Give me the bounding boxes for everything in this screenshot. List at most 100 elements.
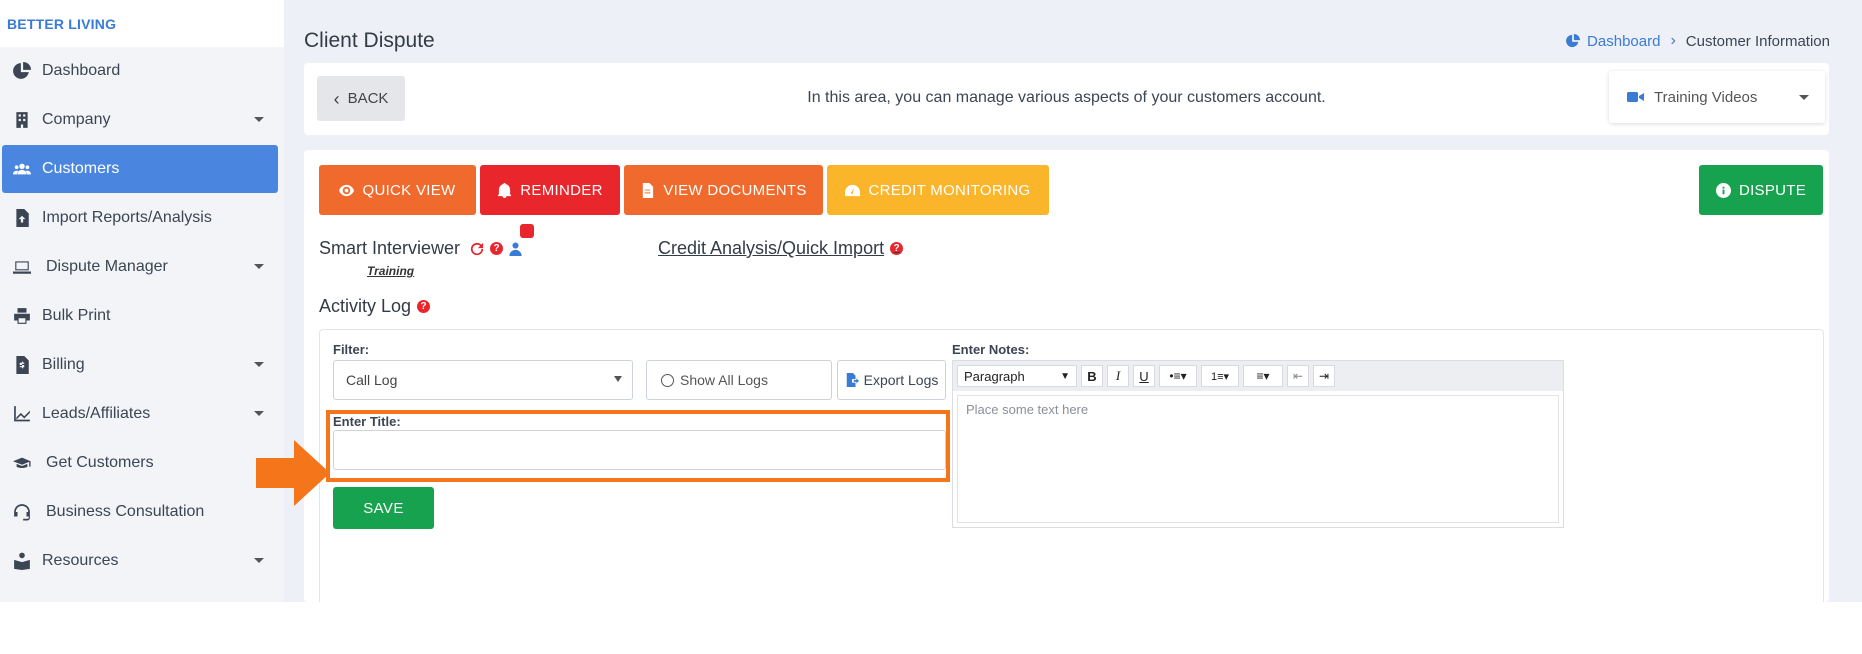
bullet-list-button[interactable]: •≡▾	[1159, 365, 1197, 387]
sidebar-item-billing[interactable]: Billing	[0, 341, 284, 389]
highlight-frame	[326, 410, 950, 482]
credit-analysis-label: Credit Analysis/Quick Import	[658, 238, 885, 258]
help-icon[interactable]: ?	[890, 242, 904, 255]
activity-log-heading: Activity Log ?	[319, 296, 431, 317]
sidebar-item-import-reports[interactable]: Import Reports/Analysis	[0, 194, 284, 242]
sidebar-item-get-customers[interactable]: Get Customers	[0, 439, 284, 487]
help-icon[interactable]: ?	[490, 242, 504, 255]
sidebar-item-customers[interactable]: Customers	[2, 145, 278, 193]
sidebar-item-business-consultation[interactable]: Business Consultation	[0, 488, 284, 536]
pointer-arrow-icon	[256, 440, 330, 506]
underline-button[interactable]: U	[1133, 365, 1155, 387]
info-bar: ‹ BACK In this area, you can manage vari…	[304, 63, 1829, 135]
app-window: BETTER LIVING Dashboard Company Customer…	[0, 0, 1862, 602]
training-videos-dropdown[interactable]: Training Videos	[1609, 71, 1825, 123]
document-icon	[643, 182, 654, 198]
sidebar-item-label: Billing	[42, 356, 85, 373]
line-chart-icon	[12, 404, 32, 424]
video-camera-icon	[1627, 91, 1644, 103]
editor-toolbar: Paragraph ▼ B I U •≡▾ 1≡▾ ≡▾ ⇤ ⇥	[953, 361, 1563, 391]
caret-down-icon	[1799, 95, 1809, 100]
save-button[interactable]: SAVE	[333, 487, 434, 529]
credit-monitoring-button[interactable]: CREDIT MONITORING	[827, 165, 1049, 215]
reminder-button[interactable]: REMINDER	[480, 165, 620, 215]
enter-notes-label: Enter Notes:	[952, 342, 1030, 357]
sidebar-item-leads-affiliates[interactable]: Leads/Affiliates	[0, 390, 284, 438]
italic-button[interactable]: I	[1107, 365, 1129, 387]
filter-value: Call Log	[346, 372, 398, 388]
paragraph-format-label: Paragraph	[964, 368, 1025, 384]
export-logs-button[interactable]: Export Logs	[837, 360, 946, 400]
filter-select[interactable]: Call Log	[333, 360, 633, 400]
file-upload-icon	[12, 208, 32, 228]
sidebar-item-label: Customers	[42, 160, 120, 177]
graduation-cap-icon	[12, 453, 32, 473]
sidebar-item-label: Company	[42, 111, 111, 128]
notification-badge	[520, 224, 534, 238]
numbered-list-button[interactable]: 1≡▾	[1201, 365, 1239, 387]
training-videos-label: Training Videos	[1654, 88, 1758, 106]
activity-log-title: Activity Log	[319, 296, 412, 316]
sidebar-item-label: Business Consultation	[46, 503, 205, 520]
sidebar-item-bulk-print[interactable]: Bulk Print	[0, 292, 284, 340]
sidebar: BETTER LIVING Dashboard Company Customer…	[0, 0, 284, 602]
activity-log-box: Filter: Call Log Show All Logs Export Lo…	[319, 329, 1824, 602]
gauge-icon	[845, 184, 861, 196]
chevron-down-icon	[254, 411, 264, 416]
radio-button[interactable]	[661, 373, 674, 387]
breadcrumb-dashboard-link[interactable]: Dashboard	[1566, 33, 1660, 50]
chevron-down-icon	[254, 117, 264, 122]
view-documents-label: VIEW DOCUMENTS	[663, 181, 807, 199]
chevron-down-icon: ▼	[1060, 370, 1070, 382]
quick-view-label: QUICK VIEW	[362, 181, 456, 199]
sidebar-item-dashboard[interactable]: Dashboard	[0, 47, 284, 95]
info-text: In this area, you can manage various asp…	[807, 89, 1326, 106]
brand-logo[interactable]: BETTER LIVING	[0, 0, 284, 47]
sidebar-item-label: Resources	[42, 552, 119, 569]
numbered-list-icon: 1≡▾	[1210, 370, 1230, 383]
invoice-icon	[12, 355, 32, 375]
book-reader-icon	[12, 551, 32, 571]
show-all-logs-label: Show All Logs	[680, 372, 768, 388]
sidebar-item-company[interactable]: Company	[0, 96, 284, 144]
quick-view-button[interactable]: QUICK VIEW	[319, 165, 476, 215]
breadcrumb: Dashboard › Customer Information	[1566, 32, 1830, 50]
user-icon[interactable]	[509, 241, 522, 256]
printer-icon	[12, 306, 32, 326]
refresh-icon[interactable]	[470, 242, 484, 256]
sidebar-item-label: Bulk Print	[42, 307, 111, 324]
credit-analysis-link[interactable]: Credit Analysis/Quick Import ?	[658, 238, 904, 259]
paragraph-format-dropdown[interactable]: Paragraph ▼	[957, 365, 1077, 387]
export-logs-label: Export Logs	[863, 372, 939, 388]
smart-interviewer-icons: ?	[470, 241, 522, 256]
users-icon	[12, 159, 32, 179]
bell-icon	[498, 182, 512, 198]
training-link[interactable]: Training	[367, 264, 414, 278]
sidebar-item-label: Dispute Manager	[46, 258, 168, 275]
show-all-logs-toggle[interactable]: Show All Logs	[646, 360, 832, 400]
indent-button[interactable]: ⇥	[1313, 365, 1335, 387]
breadcrumb-home-label: Dashboard	[1587, 32, 1661, 50]
help-icon[interactable]: ?	[417, 300, 431, 313]
dispute-button[interactable]: DISPUTE	[1699, 165, 1823, 215]
chevron-down-icon	[254, 362, 264, 367]
sidebar-item-dispute-manager[interactable]: Dispute Manager	[0, 243, 284, 291]
notes-textarea[interactable]: Place some text here	[957, 395, 1559, 523]
sidebar-item-resources[interactable]: Resources	[0, 537, 284, 585]
headset-icon	[12, 502, 32, 522]
notes-editor: Paragraph ▼ B I U •≡▾ 1≡▾ ≡▾ ⇤ ⇥ Place s…	[952, 360, 1564, 528]
outdent-button[interactable]: ⇤	[1287, 365, 1309, 387]
smart-interviewer: Smart Interviewer ?	[319, 238, 522, 259]
bold-button[interactable]: B	[1081, 365, 1103, 387]
indent-icon: ⇥	[1318, 369, 1330, 383]
view-documents-button[interactable]: VIEW DOCUMENTS	[624, 165, 823, 215]
page-title: Client Dispute	[304, 29, 435, 52]
chart-pie-icon	[12, 61, 32, 81]
chevron-down-icon	[254, 264, 264, 269]
caret-down-icon	[614, 376, 622, 382]
dispute-label: DISPUTE	[1738, 181, 1807, 199]
eye-icon	[339, 184, 355, 196]
reminder-label: REMINDER	[520, 181, 603, 199]
sidebar-item-label: Dashboard	[42, 62, 121, 79]
align-dropdown[interactable]: ≡▾	[1243, 365, 1283, 387]
